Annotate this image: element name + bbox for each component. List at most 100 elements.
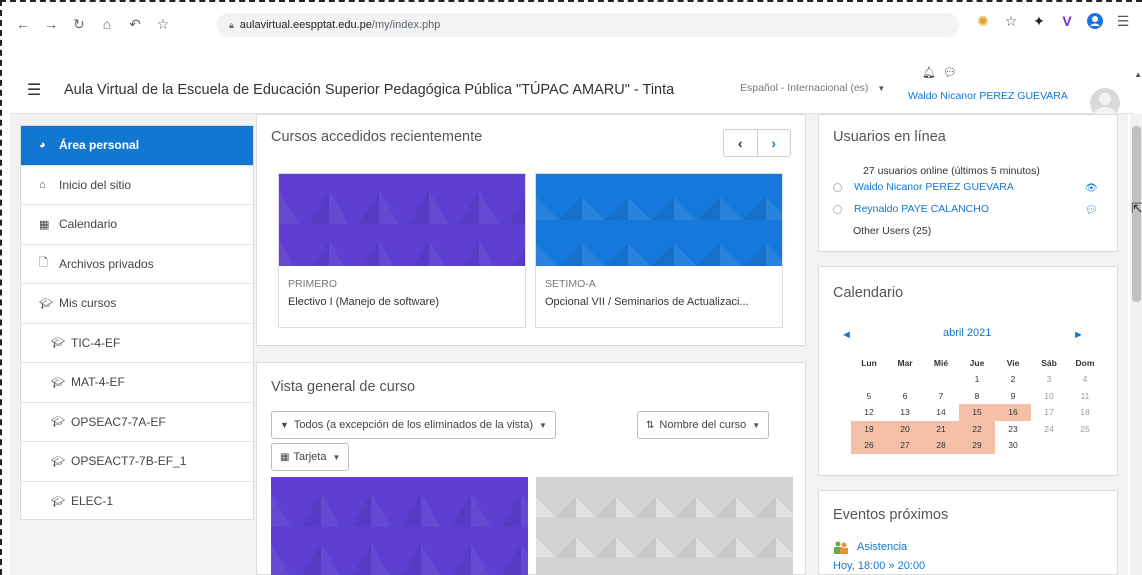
nav-item-mis-cursos[interactable]: 🎓︎ Mis cursos: [21, 284, 253, 324]
sort-dropdown[interactable]: ⇅ Nombre del curso ▼: [637, 411, 770, 439]
language-selector[interactable]: Español - Internacional (es) ▼: [740, 82, 885, 94]
calendar-day[interactable]: 25: [1067, 421, 1103, 438]
nav-item-course[interactable]: 🎓︎ ELEC-1: [21, 482, 253, 522]
eye-icon[interactable]: 👁︎: [1085, 183, 1098, 194]
calendar-day[interactable]: 18: [1067, 404, 1103, 421]
block-title: Usuarios en línea: [833, 129, 946, 145]
calendar-day[interactable]: 24: [1031, 421, 1067, 438]
calendar-day[interactable]: 9: [995, 388, 1031, 405]
calendar-weekday: Mar: [897, 358, 913, 368]
course-card[interactable]: PRIMERO Electivo I (Manejo de software): [278, 173, 526, 328]
calendar-day[interactable]: 3: [1031, 371, 1067, 388]
user-menu-name[interactable]: Waldo Nicanor PEREZ GUEVARA: [908, 90, 1068, 102]
course-name-link[interactable]: Opcional VII / Seminarios de Actualizaci…: [545, 296, 777, 308]
message-icon[interactable]: 💬︎: [1085, 205, 1098, 216]
calendar-day[interactable]: 7: [923, 388, 959, 405]
menu-icon[interactable]: ☰: [1114, 12, 1132, 30]
online-user-link[interactable]: Reynaldo PAYE CALANCHO: [833, 203, 989, 215]
calendar-day[interactable]: 28: [923, 437, 959, 454]
next-page-button[interactable]: ›: [758, 130, 791, 156]
course-image[interactable]: [271, 477, 528, 575]
nav-item-course[interactable]: 🎓︎ OPSEACT7-7B-EF_1: [21, 442, 253, 482]
extension-icon[interactable]: ✺: [974, 12, 992, 30]
filter-icon: ▼: [280, 420, 289, 430]
filter-dropdown[interactable]: ▼ Todos (a excepción de los eliminados d…: [271, 411, 556, 439]
site-navbar: ☰ Aula Virtual de la Escuela de Educació…: [10, 66, 1134, 118]
previous-page-button[interactable]: ‹: [724, 130, 758, 156]
v-extension-icon[interactable]: V: [1058, 12, 1076, 30]
calendar-day[interactable]: 5: [851, 388, 887, 405]
calendar-day[interactable]: 14: [923, 404, 959, 421]
calendar-day[interactable]: 27: [887, 437, 923, 454]
calendar-weekday: Lun: [861, 358, 877, 368]
calendar-day[interactable]: 15: [959, 404, 995, 421]
calendar-day[interactable]: 20: [887, 420, 923, 437]
course-image[interactable]: [279, 174, 525, 266]
course-image[interactable]: [536, 477, 793, 575]
calendar-day[interactable]: 19: [851, 420, 887, 437]
chat-icon[interactable]: 💬︎: [943, 66, 957, 79]
calendar-day[interactable]: 21: [923, 420, 959, 437]
calendar-day[interactable]: 1: [959, 371, 995, 388]
calendar-day[interactable]: 23: [995, 421, 1031, 438]
course-image[interactable]: [536, 174, 782, 266]
nav-item-course[interactable]: 🎓︎ OPSEAC7-7A-EF: [21, 403, 253, 442]
calendar-day[interactable]: 4: [1067, 371, 1103, 388]
calendar-month-link[interactable]: abril 2021: [943, 327, 991, 339]
profile-icon[interactable]: [1086, 12, 1104, 30]
calendar-day: [923, 371, 959, 388]
bell-icon[interactable]: 🔔︎: [922, 66, 936, 79]
home-icon[interactable]: ⌂: [96, 13, 118, 35]
calendar-day[interactable]: 6: [887, 388, 923, 405]
calendar-day[interactable]: 16: [995, 404, 1031, 421]
calendar-week: 26 27 28 29 30: [851, 437, 1103, 454]
nav-item-label: Archivos privados: [59, 256, 154, 271]
nav-item-archivos-privados[interactable]: 🗋 Archivos privados: [21, 245, 253, 284]
undo-icon[interactable]: ↶: [124, 13, 146, 35]
address-bar[interactable]: 🔒︎ aulavirtual.eespptat.edu.pe/my/index.…: [217, 13, 959, 37]
nav-item-inicio-del-sitio[interactable]: ⌂ Inicio del sitio: [21, 166, 253, 205]
event-time-link[interactable]: Hoy, 18:00 » 20:00: [833, 560, 925, 572]
next-month-arrow-icon[interactable]: ►: [1073, 329, 1084, 341]
scroll-up-arrow-icon[interactable]: ▲: [1134, 70, 1142, 79]
previous-month-arrow-icon[interactable]: ◄: [841, 329, 852, 341]
calendar-day[interactable]: 30: [995, 437, 1031, 454]
lock-icon: 🔒︎: [229, 19, 234, 30]
nav-item-label: Inicio del sitio: [59, 177, 132, 192]
calendar-day[interactable]: 2: [995, 371, 1031, 388]
nav-item-calendario[interactable]: ▦ Calendario: [21, 205, 253, 245]
nav-item-label: Área personal: [59, 138, 140, 153]
reload-icon[interactable]: ↻: [68, 13, 90, 35]
calendar-day: [851, 371, 887, 388]
online-users-summary: 27 usuarios online (últimos 5 minutos): [863, 165, 1040, 177]
course-card[interactable]: SETIMO-A Opcional VII / Seminarios de Ac…: [535, 173, 783, 328]
calendar-day[interactable]: 26: [851, 437, 887, 454]
back-arrow-icon[interactable]: ←: [12, 13, 34, 35]
calendar-day[interactable]: 17: [1031, 404, 1067, 421]
nav-item-area-personal[interactable]: ◕ Área personal: [21, 126, 253, 166]
grid-icon: ▦: [280, 451, 290, 463]
calendar-day[interactable]: 22: [959, 420, 995, 437]
site-title[interactable]: Aula Virtual de la Escuela de Educación …: [64, 82, 674, 98]
user-avatar-icon: [833, 204, 842, 214]
online-user-name: Reynaldo PAYE CALANCHO: [854, 203, 989, 215]
calendar-day[interactable]: 13: [887, 404, 923, 421]
course-name-link[interactable]: Electivo I (Manejo de software): [288, 296, 520, 308]
nav-item-course[interactable]: 🎓︎ TIC-4-EF: [21, 324, 253, 363]
online-user-link[interactable]: Waldo Nicanor PEREZ GUEVARA: [833, 181, 1014, 193]
hamburger-menu-icon[interactable]: ☰: [22, 78, 46, 102]
view-dropdown[interactable]: ▦ Tarjeta ▼: [271, 443, 350, 471]
nav-item-course[interactable]: 🎓︎ MAT-4-EF: [21, 363, 253, 403]
calendar-day[interactable]: 29: [959, 437, 995, 454]
calendar-day[interactable]: 10: [1031, 388, 1067, 405]
calendar-day[interactable]: 11: [1067, 388, 1103, 405]
nav-item-label: Mis cursos: [59, 296, 117, 311]
calendar-day[interactable]: 8: [959, 388, 995, 405]
calendar-day: [887, 371, 923, 388]
puzzle-extension-icon[interactable]: ✦: [1030, 12, 1048, 30]
forward-arrow-icon[interactable]: →: [40, 13, 62, 35]
calendar-day[interactable]: 12: [851, 404, 887, 421]
event-link[interactable]: Asistencia: [857, 541, 907, 553]
bookmark-star-icon[interactable]: ☆: [1002, 12, 1020, 30]
bookmark-star-icon[interactable]: ☆: [152, 13, 174, 35]
